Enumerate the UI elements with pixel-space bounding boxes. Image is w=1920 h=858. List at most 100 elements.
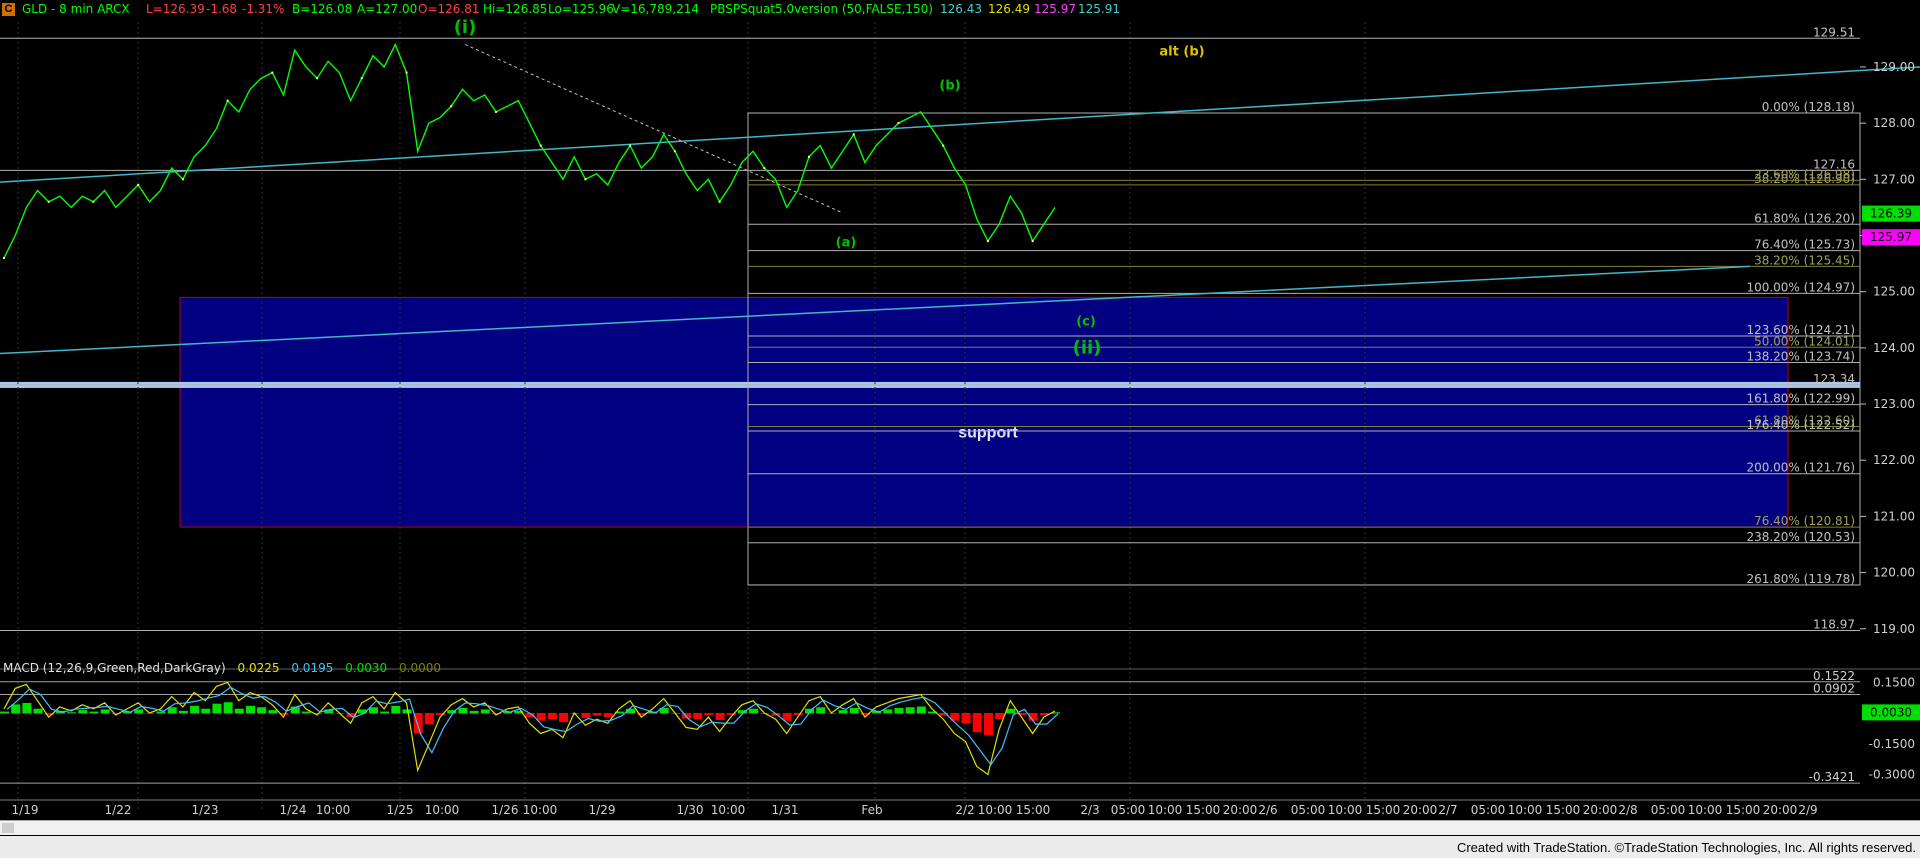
price-bar-mark xyxy=(226,99,229,102)
high-value: Hi=126.85 xyxy=(483,2,548,16)
time-axis-label: 10:00 xyxy=(978,803,1013,817)
time-axis-label: 10:00 xyxy=(523,803,558,817)
fib-level-label: 129.51 xyxy=(1813,25,1855,39)
time-axis-label: 05:00 xyxy=(1471,803,1506,817)
fib-level-label: 76.40% (120.81) xyxy=(1754,514,1855,528)
ask-value: A=127.00 xyxy=(357,2,418,16)
price-axis-label: 119.00 xyxy=(1873,622,1915,636)
price-badge-label: 125.97 xyxy=(1870,230,1912,244)
time-axis-label: 10:00 xyxy=(711,803,746,817)
macd-histogram-bar xyxy=(380,711,390,714)
price-bar-mark xyxy=(629,144,632,147)
price-bar-mark xyxy=(360,77,363,80)
fib-level-label: 61.80% (126.20) xyxy=(1754,211,1855,225)
macd-histogram-bar xyxy=(67,712,77,714)
time-axis-label: 10:00 xyxy=(316,803,351,817)
time-axis-label: 20:00 xyxy=(1763,803,1798,817)
macd-histogram-bar xyxy=(368,707,378,714)
macd-axis-label: -0.3000 xyxy=(1869,768,1915,782)
low-value: Lo=125.96 xyxy=(548,2,614,16)
macd-histogram-bar xyxy=(89,711,99,714)
macd-histogram-bar xyxy=(156,711,166,714)
bid-value: B=126.08 xyxy=(292,2,353,16)
macd-histogram-bar xyxy=(22,702,32,714)
time-axis-label: 1/23 xyxy=(192,803,219,817)
macd-histogram-bar xyxy=(916,706,926,714)
fib-level-label: 200.00% (121.76) xyxy=(1746,461,1855,475)
price-axis-label: 129.00 xyxy=(1873,60,1915,74)
macd-histogram-bar xyxy=(1006,708,1016,714)
wave-label: (a) xyxy=(836,236,857,251)
price-bar-mark xyxy=(673,150,676,153)
price-bar-mark xyxy=(539,144,542,147)
fib-level-label: 38.20% (125.45) xyxy=(1754,253,1855,267)
change-percent: -1.31% xyxy=(242,2,285,16)
price-bar-mark xyxy=(405,71,408,74)
time-axis-label: 15:00 xyxy=(1016,803,1051,817)
macd-histogram-bar xyxy=(100,709,110,714)
macd-histogram-bar xyxy=(838,710,848,714)
macd-histogram-bar xyxy=(983,713,993,736)
macd-histogram-bar xyxy=(972,713,982,733)
price-chart[interactable]: support 129.510.00% (128.18)127.1623.60%… xyxy=(0,0,1920,858)
macd-histogram-bar xyxy=(816,707,826,714)
price-bar-mark xyxy=(494,110,497,113)
last-price: L=126.39 xyxy=(146,2,205,16)
macd-histogram-bar xyxy=(547,713,557,720)
time-axis-label: 2/7 xyxy=(1438,803,1457,817)
macd-current-label: 0.0030 xyxy=(1870,705,1912,719)
time-axis-label: 10:00 xyxy=(1328,803,1363,817)
price-bar-mark xyxy=(271,71,274,74)
price-bar-mark xyxy=(808,155,811,158)
chart-badge[interactable]: C xyxy=(2,3,15,16)
price-axis-label: 125.00 xyxy=(1873,285,1915,299)
macd-histogram-bar xyxy=(749,708,759,714)
fib-level-label: 118.97 xyxy=(1813,617,1855,631)
macd-histogram-bar xyxy=(245,705,255,714)
price-bar-mark xyxy=(1031,240,1034,243)
time-axis-label: 10:00 xyxy=(1688,803,1723,817)
price-bar-mark xyxy=(137,183,140,186)
macd-histogram-bar xyxy=(905,707,915,714)
price-axis-label: 124.00 xyxy=(1873,341,1915,355)
study-value-3: 125.97 xyxy=(1034,2,1076,16)
macd-histogram-bar xyxy=(849,707,859,714)
macd-histogram-bar xyxy=(134,709,144,714)
time-axis-label: 1/24 xyxy=(280,803,307,817)
price-bar-mark xyxy=(763,167,766,170)
time-axis-label: 1/29 xyxy=(589,803,616,817)
fib-level-label: 238.20% (120.53) xyxy=(1746,530,1855,544)
macd-histogram-bar xyxy=(178,710,188,714)
macd-value-3: 0.0030 xyxy=(345,661,388,675)
fib-level-label: 50.00% (124.01) xyxy=(1754,334,1855,348)
scroll-left-arrow[interactable] xyxy=(2,823,14,833)
macd-histogram-bar xyxy=(883,709,893,714)
macd-histogram-bar xyxy=(33,708,43,714)
time-axis-label: 1/25 xyxy=(387,803,414,817)
macd-histogram-bar xyxy=(782,713,792,721)
time-axis-label: 20:00 xyxy=(1583,803,1618,817)
time-axis-label: 2/2 xyxy=(955,803,974,817)
macd-axis-label: -0.1500 xyxy=(1869,737,1915,751)
price-bar-mark xyxy=(181,178,184,181)
wave-label: (c) xyxy=(1076,314,1096,329)
time-axis-label: 15:00 xyxy=(1366,803,1401,817)
macd-histogram-bar xyxy=(301,711,311,714)
fib-level-label: 138.20% (123.74) xyxy=(1746,349,1855,363)
macd-label: MACD (12,26,9,Green,Red,DarkGray) xyxy=(3,661,226,675)
macd-value-1: 0.0225 xyxy=(237,661,280,675)
macd-histogram-bar xyxy=(11,704,21,714)
macd-histogram-bar xyxy=(212,703,222,714)
macd-value-4: 0.0000 xyxy=(399,661,442,675)
fib-level-label: 100.00% (124.97) xyxy=(1746,280,1855,294)
wave-label: (ii) xyxy=(1073,337,1102,358)
study-value-2: 126.49 xyxy=(988,2,1030,16)
time-axis-label: 2/6 xyxy=(1258,803,1277,817)
horizontal-scrollbar[interactable] xyxy=(0,820,1920,835)
price-bar-mark xyxy=(316,77,319,80)
macd-histogram-bar xyxy=(693,713,703,720)
macd-histogram-bar xyxy=(234,708,244,714)
time-axis-label: 2/9 xyxy=(1798,803,1817,817)
time-axis-label: 20:00 xyxy=(1403,803,1438,817)
macd-histogram-bar xyxy=(961,713,971,724)
